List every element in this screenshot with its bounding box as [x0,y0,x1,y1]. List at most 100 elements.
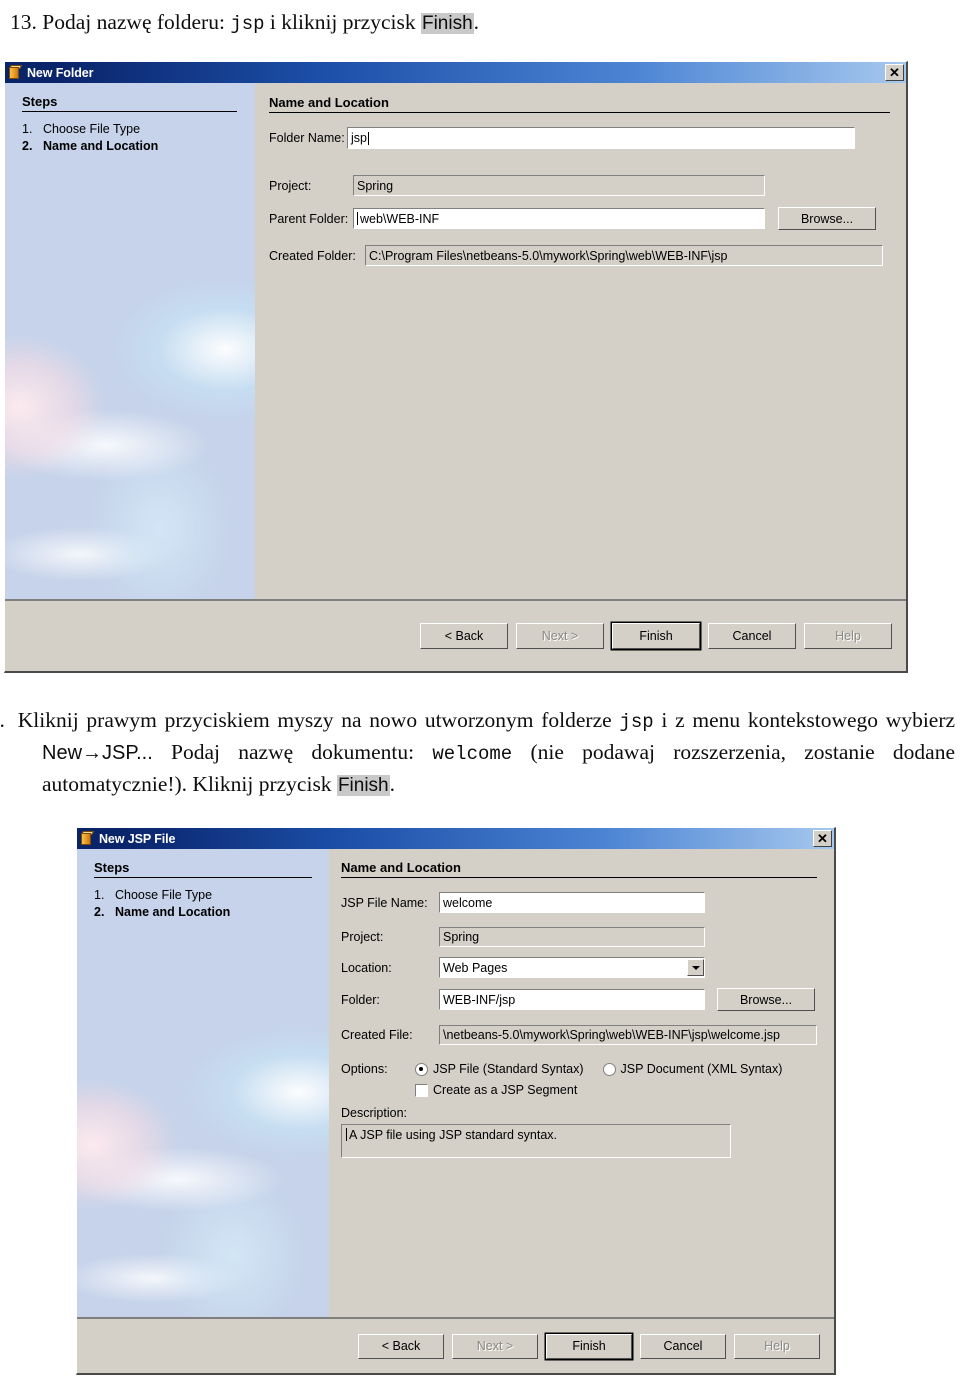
new-folder-body: Steps 1. Choose File Type 2. Name and Lo… [5,83,906,599]
new-jsp-content-pane: Name and Location JSP File Name: welcome… [329,849,834,1319]
finish-button[interactable]: Finish [612,623,700,649]
radio-xml-syntax[interactable]: JSP Document (XML Syntax) [602,1062,783,1076]
folder-row: Folder: WEB-INF/jsp Browse... [341,988,817,1011]
new-folder-dialog: New Folder ✕ Steps 1. Choose File Type 2… [4,61,908,673]
project-row: Project: Spring [269,175,890,196]
text-caret [346,1128,347,1141]
new-jsp-title: New JSP File [99,831,176,846]
instruction-step-13: 13. Podaj nazwę folderu: jsp i kliknij p… [10,7,940,39]
folder-name-label: Folder Name: [269,131,345,145]
project-value: Spring [357,178,394,193]
next-button: Next > [452,1333,538,1359]
parent-folder-label: Parent Folder: [269,211,349,226]
step-14-code-jsp: jsp [619,711,654,733]
jsp-file-name-label: JSP File Name: [341,895,428,910]
folder-label: Folder: [341,992,380,1007]
step-item-2-number: 2. [94,905,105,919]
step-item-1-number: 1. [22,122,33,136]
new-jsp-steps-pane: Steps 1. Choose File Type 2. Name and Lo… [77,849,329,1319]
finish-button[interactable]: Finish [546,1333,632,1359]
steps-heading-wrap: Steps [5,83,255,112]
location-row: Location: Web Pages [341,957,817,978]
folder-input[interactable]: WEB-INF/jsp [439,989,705,1010]
project-label: Project: [341,930,384,944]
step-item-2: 2. Name and Location [94,904,329,921]
step-item-1-number: 1. [94,888,105,902]
new-folder-steps-pane: Steps 1. Choose File Type 2. Name and Lo… [5,83,255,599]
browse-button[interactable]: Browse... [778,207,876,230]
step-13-button-ref-finish: Finish [420,13,474,34]
text-caret [367,131,369,145]
new-jsp-titlebar[interactable]: New JSP File ✕ [77,828,834,849]
description-box: A JSP file using JSP standard syntax. [341,1124,731,1158]
created-folder-label: Created Folder: [269,248,356,263]
back-button[interactable]: < Back [358,1333,444,1359]
radio-standard-syntax-label: JSP File (Standard Syntax) [433,1062,584,1076]
step-item-1: 1. Choose File Type [22,121,255,138]
jsp-wizard-icon [80,831,95,846]
segment-checkbox-row[interactable]: Create as a JSP Segment [341,1083,817,1097]
created-file-row: Created File: \netbeans-5.0\mywork\Sprin… [341,1025,817,1045]
step-13-text-1: Podaj nazwę folderu: [42,10,225,34]
jsp-file-name-row: JSP File Name: welcome [341,892,817,913]
radio-xml-syntax-label: JSP Document (XML Syntax) [620,1062,783,1076]
steps-heading-wrap: Steps [77,849,329,878]
step-14-text-3: Podaj nazwę dokumentu: [171,740,415,764]
step-14-text-2: i z menu kontekstowego wybierz [661,708,956,732]
cancel-button[interactable]: Cancel [708,623,796,649]
created-file-value: \netbeans-5.0\mywork\Spring\web\WEB-INF\… [443,1028,780,1042]
new-jsp-file-dialog: New JSP File ✕ Steps 1. Choose File Type… [76,827,836,1375]
jsp-file-name-value: welcome [443,895,493,910]
step-14-button-ref-finish: Finish [336,775,390,796]
new-folder-content-pane: Name and Location Folder Name: jsp Proje… [255,83,906,599]
description-label: Description: [341,1106,407,1120]
help-button: Help [734,1333,820,1359]
steps-heading: Steps [94,860,312,878]
back-button[interactable]: < Back [420,623,508,649]
description-value: A JSP file using JSP standard syntax. [349,1128,557,1142]
folder-name-value: jsp [351,131,367,145]
step-14-text-5: . [389,772,395,796]
new-folder-title: New Folder [27,65,94,80]
created-folder-row: Created Folder: C:\Program Files\netbean… [269,245,890,266]
location-label: Location: [341,960,392,975]
parent-folder-value: web\WEB-INF [360,211,440,226]
chevron-down-icon[interactable] [687,959,704,976]
step-14-menu-path: New→JSP... [42,742,153,764]
location-value: Web Pages [443,960,508,975]
close-icon[interactable]: ✕ [813,830,832,847]
steps-list: 1. Choose File Type 2. Name and Location [77,887,329,921]
create-as-jsp-segment-label: Create as a JSP Segment [433,1083,578,1097]
browse-button[interactable]: Browse... [717,988,815,1011]
radio-standard-syntax[interactable]: JSP File (Standard Syntax) [415,1062,584,1076]
close-icon[interactable]: ✕ [885,64,904,81]
step-13-number: 13. [10,10,37,34]
step-item-2-label: Name and Location [115,905,231,919]
new-jsp-body: Steps 1. Choose File Type 2. Name and Lo… [77,849,834,1319]
parent-folder-input[interactable]: web\WEB-INF [353,208,765,229]
folder-value: WEB-INF/jsp [443,992,516,1007]
created-file-value-field: \netbeans-5.0\mywork\Spring\web\WEB-INF\… [439,1025,817,1045]
new-jsp-button-bar: < Back Next > Finish Cancel Help [77,1317,834,1373]
jsp-file-name-input[interactable]: welcome [439,892,705,913]
options-label: Options: [341,1062,388,1076]
wizard-decoration-image [77,1027,329,1319]
steps-heading: Steps [22,94,237,112]
created-folder-value: C:\Program Files\netbeans-5.0\mywork\Spr… [369,248,728,263]
project-value: Spring [443,930,480,944]
radio-on-icon [415,1062,428,1076]
section-heading-name-location: Name and Location [341,860,817,878]
cancel-button[interactable]: Cancel [640,1333,726,1359]
step-item-1-label: Choose File Type [43,122,141,136]
new-folder-titlebar[interactable]: New Folder ✕ [5,62,906,83]
folder-name-input[interactable]: jsp [347,127,855,149]
step-item-1: 1. Choose File Type [94,887,329,904]
folder-name-row: Folder Name: jsp [269,127,890,149]
new-folder-button-bar: < Back Next > Finish Cancel Help [5,599,906,671]
project-value-field: Spring [353,175,765,196]
project-value-field: Spring [439,927,705,947]
steps-list: 1. Choose File Type 2. Name and Location [5,121,255,155]
step-item-2-label: Name and Location [43,139,159,153]
location-combobox[interactable]: Web Pages [439,957,705,978]
step-item-2-number: 2. [22,139,33,153]
